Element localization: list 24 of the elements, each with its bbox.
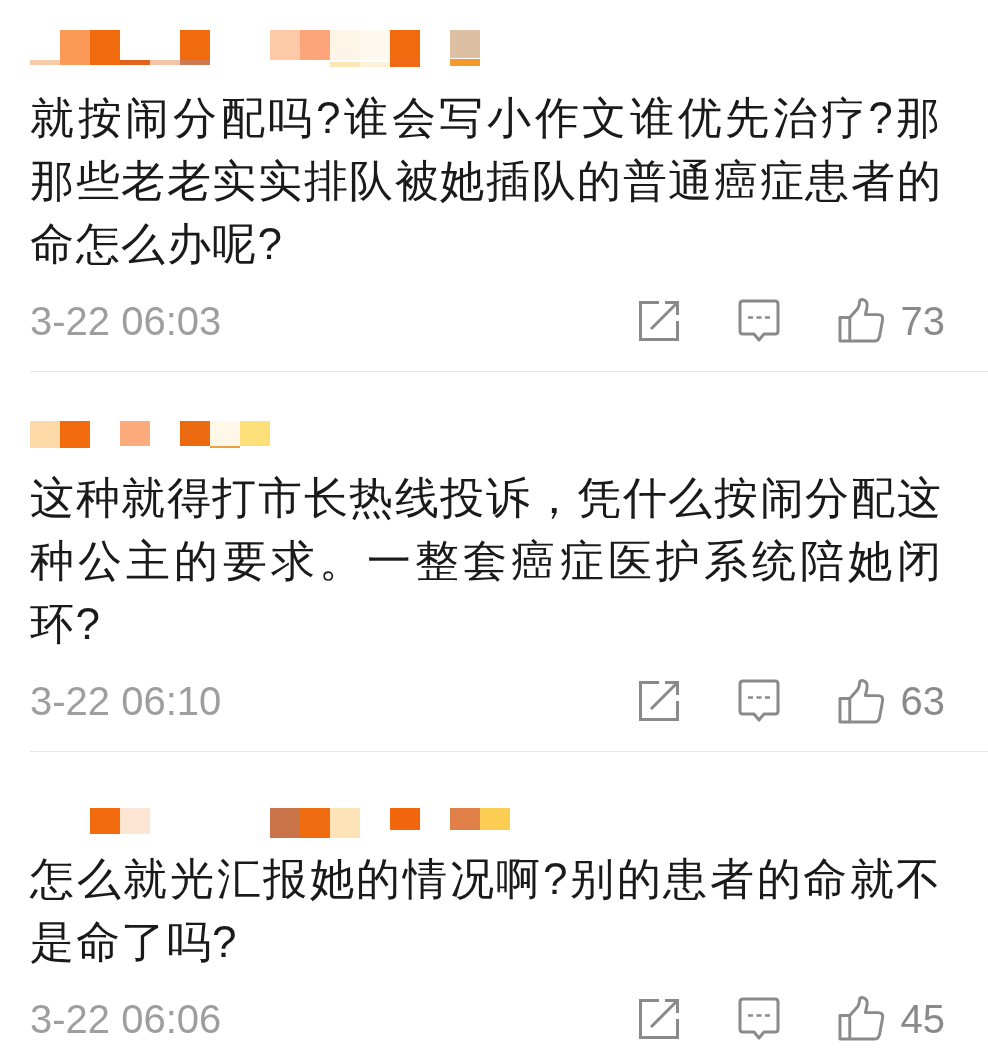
speech-bubble-icon [737, 298, 780, 343]
timestamp: 3-22 06:03 [30, 297, 222, 345]
like-button[interactable]: 45 [837, 995, 945, 1042]
comment-button[interactable] [737, 996, 780, 1041]
like-button[interactable]: 73 [837, 297, 945, 344]
share-button[interactable] [637, 997, 680, 1040]
thumbs-up-icon [837, 298, 885, 343]
share-icon [637, 680, 680, 722]
comment-text: 这种就得打市长热线投诉，凭什么按闹分配这种公主的要求。一整套癌症医护系统陪她闭环? [30, 472, 942, 650]
share-icon [637, 997, 680, 1040]
timestamp: 3-22 06:06 [30, 995, 222, 1043]
share-button[interactable] [637, 299, 680, 342]
speech-bubble-icon [737, 996, 780, 1041]
share-button[interactable] [637, 680, 680, 722]
thumbs-up-icon [837, 678, 885, 724]
comment-button[interactable] [737, 679, 780, 723]
thumbs-up-icon [837, 996, 885, 1041]
comment-text: 怎么就光汇报她的情况啊?别的患者的命就不是命了吗? [30, 852, 942, 968]
speech-bubble-icon [737, 679, 780, 723]
comment-text: 就按闹分配吗?谁会写小作文谁优先治疗?那那些老老实实排队被她插队的普通癌症患者的命怎么办呢? [30, 91, 942, 270]
like-button[interactable]: 63 [837, 678, 945, 724]
timestamp: 3-22 06:10 [30, 678, 222, 725]
share-icon [637, 299, 680, 342]
comment-button[interactable] [737, 298, 780, 343]
